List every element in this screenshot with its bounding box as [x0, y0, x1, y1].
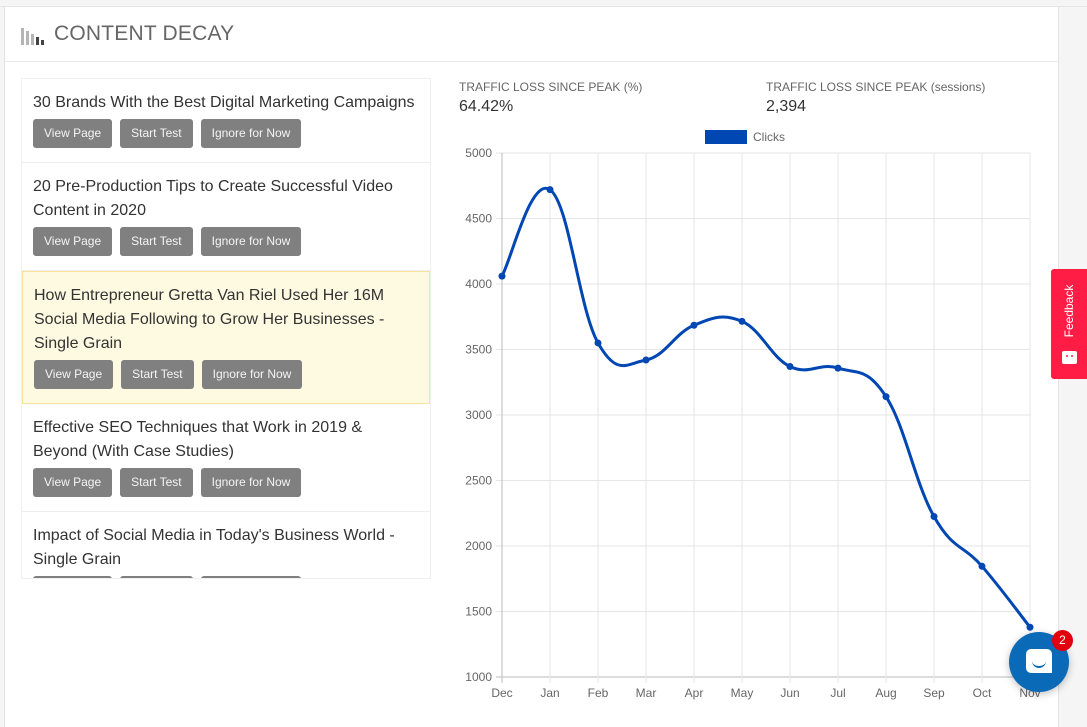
x-tick-label: Dec: [491, 686, 512, 700]
item-title: 20 Pre-Production Tips to Create Success…: [33, 178, 393, 219]
list-item: 30 Brands With the Best Digital Marketin…: [22, 79, 430, 163]
stat-label: TRAFFIC LOSS SINCE PEAK (sessions): [766, 80, 986, 94]
ignore-for-now-button[interactable]: Ignore for Now: [200, 227, 302, 256]
x-tick-label: Feb: [588, 686, 609, 700]
view-page-button[interactable]: View Page: [33, 119, 113, 148]
bar-chart-decreasing-icon: [21, 25, 44, 45]
item-actions: View PageStart TestIgnore for Now: [34, 360, 418, 389]
legend-swatch: [705, 130, 747, 144]
x-tick-label: Mar: [636, 686, 657, 700]
y-tick-label: 4500: [465, 212, 492, 226]
item-title: Effective SEO Techniques that Work in 20…: [33, 419, 363, 460]
data-point: [1026, 623, 1034, 631]
view-page-button[interactable]: View Page: [34, 360, 114, 389]
x-tick-label: Apr: [685, 686, 704, 700]
start-test-button[interactable]: Start Test: [120, 119, 193, 148]
x-tick-label: Sep: [923, 686, 945, 700]
list-item: Impact of Social Media in Today's Busine…: [22, 512, 430, 578]
list-item: Effective SEO Techniques that Work in 20…: [22, 404, 430, 512]
data-point: [834, 364, 842, 372]
top-strip: [0, 0, 1087, 7]
clicks-line-chart: 1000 1500 2000 2500 3000 3500 4000 4500 5000 Dec J…: [465, 130, 1041, 700]
start-test-button[interactable]: Start Test: [120, 576, 193, 578]
ignore-for-now-button[interactable]: Ignore for Now: [200, 119, 302, 148]
item-actions: View PageStart TestIgnore for Now: [33, 468, 419, 497]
item-title: How Entrepreneur Gretta Van Riel Used He…: [34, 287, 385, 352]
content-list[interactable]: 30 Brands With the Best Digital Marketin…: [21, 78, 431, 579]
feedback-label: Feedback: [1062, 284, 1076, 338]
list-item: 20 Pre-Production Tips to Create Success…: [22, 163, 430, 271]
data-point: [930, 513, 938, 521]
view-page-button[interactable]: View Page: [33, 227, 113, 256]
y-tick-label: 3500: [465, 343, 492, 357]
smiley-icon: [1062, 351, 1077, 364]
start-test-button[interactable]: Start Test: [120, 468, 193, 497]
ignore-for-now-button[interactable]: Ignore for Now: [201, 360, 303, 389]
chat-bubble-icon: [1026, 649, 1052, 673]
stat-label: TRAFFIC LOSS SINCE PEAK (%): [459, 80, 643, 94]
data-point: [738, 317, 746, 325]
view-page-button[interactable]: View Page: [33, 576, 113, 578]
x-tick-label: May: [731, 686, 754, 700]
data-point: [642, 356, 650, 364]
data-point: [690, 321, 698, 329]
data-point: [594, 339, 602, 347]
clicks-line: [500, 186, 1032, 629]
list-item: How Entrepreneur Gretta Van Riel Used He…: [22, 271, 430, 404]
x-tick-label: Aug: [875, 686, 896, 700]
item-title: Impact of Social Media in Today's Busine…: [33, 527, 395, 568]
data-point: [786, 363, 794, 371]
stat-loss-percent: TRAFFIC LOSS SINCE PEAK (%) 64.42%: [459, 80, 642, 116]
start-test-button[interactable]: Start Test: [120, 227, 193, 256]
panel-title: CONTENT DECAY: [54, 22, 235, 45]
stat-value: 2,394: [766, 98, 807, 115]
item-title: 30 Brands With the Best Digital Marketin…: [33, 94, 415, 111]
data-point: [978, 562, 986, 570]
item-actions: View Page Start Test Ignore for Now: [33, 576, 419, 578]
stat-value: 64.42%: [459, 98, 514, 115]
y-tick-label: 4000: [465, 277, 492, 291]
y-tick-label: 2500: [465, 474, 492, 488]
y-tick-label: 1000: [465, 670, 492, 684]
x-tick-label: Jan: [540, 686, 559, 700]
data-point: [498, 272, 506, 280]
ignore-for-now-button[interactable]: Ignore for Now: [200, 576, 302, 578]
x-tick-label: Oct: [973, 686, 992, 700]
data-point: [882, 393, 890, 401]
ignore-for-now-button[interactable]: Ignore for Now: [200, 468, 302, 497]
start-test-button[interactable]: Start Test: [121, 360, 194, 389]
x-tick-label: Jul: [830, 686, 845, 700]
legend-label: Clicks: [753, 130, 785, 144]
view-page-button[interactable]: View Page: [33, 468, 113, 497]
stat-loss-sessions: TRAFFIC LOSS SINCE PEAK (sessions) 2,394: [766, 80, 985, 116]
y-tick-label: 1500: [465, 605, 492, 619]
x-tick-label: Jun: [780, 686, 799, 700]
feedback-tab[interactable]: Feedback: [1051, 269, 1087, 379]
panel-header: CONTENT DECAY: [5, 7, 1058, 62]
item-actions: View PageStart TestIgnore for Now: [33, 227, 419, 256]
chat-notification-badge: 2: [1052, 630, 1073, 651]
y-tick-label: 2000: [465, 539, 492, 553]
item-actions: View PageStart TestIgnore for Now: [33, 119, 419, 148]
y-tick-label: 5000: [465, 146, 492, 160]
y-tick-label: 3000: [465, 408, 492, 422]
data-point: [546, 186, 554, 194]
